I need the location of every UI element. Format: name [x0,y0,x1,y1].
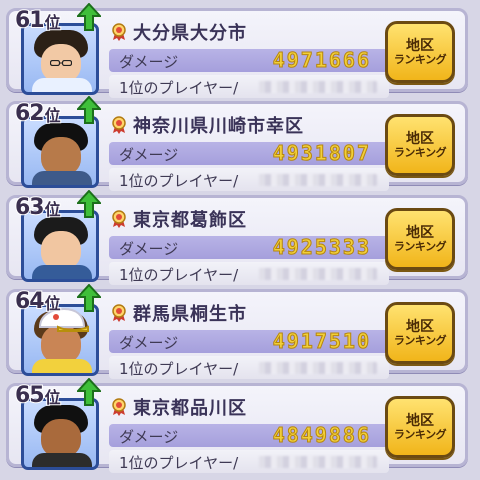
regional-ranking-button[interactable]: 地区 ランキング [385,208,455,270]
region-row: 東京都葛飾区 [111,206,247,232]
rank-suffix: 位 [44,293,62,314]
region-row: 大分県大分市 [111,19,247,45]
avatar-shirt [32,171,92,185]
ranking-card: 61 位 大分県大分市 ダメージ 1位のプレイヤー/ 4971666 地区 ラン… [6,3,468,98]
ranking-card: 65 位 東京都品川区 ダメージ 1位のプレイヤー/ 4849886 地区 ラン… [6,378,468,473]
rank-suffix: 位 [44,387,62,408]
blurred-player-name [259,268,377,280]
player-avatar[interactable] [21,304,99,376]
rank-label: 65 位 [14,380,62,409]
button-label-line1: 地区 [406,130,434,147]
ranking-card: 63 位 東京都葛飾区 ダメージ 1位のプレイヤー/ 4925333 地区 ラン… [6,190,468,285]
rank-label: 63 位 [14,192,62,221]
avatar-face [41,137,81,175]
medal-icon [112,304,126,322]
button-label-line1: 地区 [406,37,434,54]
rank-number: 63 [14,194,46,221]
damage-value: 4931807 [272,141,371,166]
region-name: 神奈川県川崎市幸区 [133,116,304,137]
rank-number: 65 [14,382,46,409]
damage-value: 4917510 [272,329,371,354]
up-arrow-icon [77,96,101,124]
region-row: 神奈川県川崎市幸区 [111,112,304,138]
medal-icon [112,210,126,228]
player-avatar[interactable] [21,116,99,188]
top-player-label: 1位のプレイヤー/ [119,266,239,284]
avatar-shirt [32,453,92,467]
button-label-line2: ランキング [393,52,447,66]
medal-icon [112,23,126,41]
region-name: 大分県大分市 [133,23,247,44]
damage-label: ダメージ [119,240,179,258]
avatar-shirt [32,359,92,373]
button-label-line1: 地区 [406,412,434,429]
blurred-player-name [259,362,377,374]
rank-suffix: 位 [44,105,62,126]
ranking-card: 62 位 神奈川県川崎市幸区 ダメージ 1位のプレイヤー/ 4931807 地区… [6,96,468,191]
top-player-label: 1位のプレイヤー/ [119,360,239,378]
rank-number: 62 [14,100,46,127]
rank-number: 64 [14,288,46,315]
avatar-shirt [32,265,92,279]
rank-label: 62 位 [14,98,62,127]
rank-suffix: 位 [44,199,62,220]
damage-value: 4849886 [272,423,371,448]
region-name: 東京都品川区 [133,398,247,419]
top-player-label: 1位のプレイヤー/ [119,454,239,472]
player-avatar[interactable] [21,210,99,282]
up-arrow-icon [77,190,101,218]
avatar-face [41,419,81,457]
damage-label: ダメージ [119,146,179,164]
blurred-player-name [259,174,377,186]
top-player-label: 1位のプレイヤー/ [119,79,239,97]
ranking-card: 64 位 群馬県桐生市 ダメージ 1位のプレイヤー/ 4917510 地区 ラン… [6,284,468,379]
medal-icon [112,116,126,134]
ranking-list: 61 位 大分県大分市 ダメージ 1位のプレイヤー/ 4971666 地区 ラン… [0,0,480,480]
button-label-line2: ランキング [393,333,447,347]
button-label-line2: ランキング [393,427,447,441]
blurred-player-name [259,456,377,468]
rank-number: 61 [14,7,46,34]
button-label-line1: 地区 [406,318,434,335]
rank-suffix: 位 [44,12,62,33]
rank-label: 61 位 [14,5,62,34]
damage-label: ダメージ [119,428,179,446]
glasses-icon [50,60,72,66]
avatar-shirt [32,78,92,92]
region-row: 東京都品川区 [111,394,247,420]
blurred-player-name [259,81,377,93]
regional-ranking-button[interactable]: 地区 ランキング [385,114,455,176]
regional-ranking-button[interactable]: 地区 ランキング [385,396,455,458]
player-avatar[interactable] [21,23,99,95]
up-arrow-icon [77,3,101,31]
button-label-line2: ランキング [393,145,447,159]
damage-value: 4925333 [272,235,371,260]
region-row: 群馬県桐生市 [111,300,247,326]
up-arrow-icon [77,378,101,406]
avatar-face [41,231,81,269]
medal-icon [112,398,126,416]
damage-label: ダメージ [119,334,179,352]
button-label-line1: 地区 [406,224,434,241]
damage-label: ダメージ [119,53,179,71]
player-avatar[interactable] [21,398,99,470]
regional-ranking-button[interactable]: 地区 ランキング [385,302,455,364]
up-arrow-icon [77,284,101,312]
button-label-line2: ランキング [393,239,447,253]
top-player-label: 1位のプレイヤー/ [119,172,239,190]
damage-value: 4971666 [272,48,371,73]
regional-ranking-button[interactable]: 地区 ランキング [385,21,455,83]
region-name: 東京都葛飾区 [133,210,247,231]
region-name: 群馬県桐生市 [133,304,247,325]
rank-label: 64 位 [14,286,62,315]
